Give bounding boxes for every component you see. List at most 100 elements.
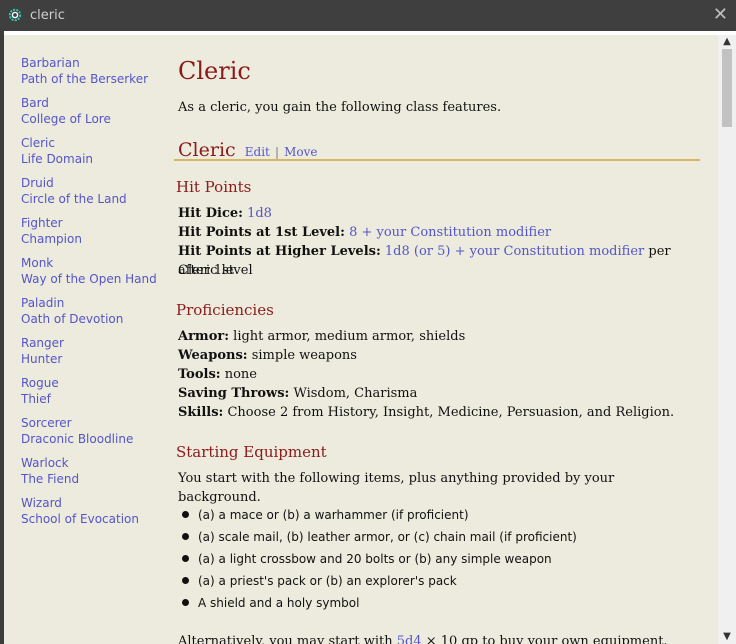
hit-dice-label: Hit Dice: <box>178 206 243 221</box>
move-link[interactable]: Move <box>284 145 317 159</box>
hit-dice-link[interactable]: 1d8 <box>247 206 272 221</box>
hit-points-heading: Hit Points <box>176 178 252 196</box>
bullet-icon <box>182 533 189 540</box>
sidebar-subclass-link[interactable]: Draconic Bloodline <box>21 431 166 447</box>
sidebar-class-link[interactable]: Ranger <box>21 335 166 351</box>
sidebar-subclass-link[interactable]: Champion <box>21 231 166 247</box>
sidebar-group-ranger: Ranger Hunter <box>21 335 166 367</box>
list-item: (a) a light crossbow and 20 bolts or (b)… <box>182 552 552 566</box>
list-item: (a) scale mail, (b) leather armor, or (c… <box>182 530 577 544</box>
armor-value: light armor, medium armor, shields <box>233 329 466 344</box>
equipment-item: (a) scale mail, (b) leather armor, or (c… <box>198 530 577 544</box>
sidebar-class-link[interactable]: Rogue <box>21 375 166 391</box>
gear-icon <box>8 8 22 22</box>
window-title: cleric <box>30 8 65 23</box>
weapons-line: Weapons: simple weapons <box>178 346 688 365</box>
sidebar-class-link[interactable]: Sorcerer <box>21 415 166 431</box>
tools-label: Tools: <box>178 367 221 382</box>
sidebar-group-druid: Druid Circle of the Land <box>21 175 166 207</box>
hit-dice-line: Hit Dice: 1d8 <box>178 204 688 223</box>
sidebar-class-link[interactable]: Bard <box>21 95 166 111</box>
tools-line: Tools: none <box>178 365 688 384</box>
alternative-line: Alternatively, you may start with 5d4 × … <box>178 632 688 644</box>
sidebar-subclass-link[interactable]: Oath of Devotion <box>21 311 166 327</box>
proficiencies-heading: Proficiencies <box>176 301 274 319</box>
sidebar-group-warlock: Warlock The Fiend <box>21 455 166 487</box>
equipment-item: A shield and a holy symbol <box>198 596 360 610</box>
vertical-scrollbar[interactable]: ▲ ▼ <box>718 35 736 644</box>
skills-line: Skills: Choose 2 from History, Insight, … <box>178 403 688 422</box>
scrollbar-thumb[interactable] <box>722 49 732 127</box>
sidebar-subclass-link[interactable]: Way of the Open Hand <box>21 271 166 287</box>
sidebar-subclass-link[interactable]: The Fiend <box>21 471 166 487</box>
list-item: (a) a priest's pack or (b) an explorer's… <box>182 574 457 588</box>
sidebar-class-link[interactable]: Warlock <box>21 455 166 471</box>
hp-higher-levels-label: Hit Points at Higher Levels: <box>178 244 381 259</box>
hp-first-level-link[interactable]: 8 + your Constitution modifier <box>349 225 551 240</box>
sidebar-class-link[interactable]: Monk <box>21 255 166 271</box>
sidebar-class-link[interactable]: Paladin <box>21 295 166 311</box>
bullet-icon <box>182 511 189 518</box>
edit-link[interactable]: Edit <box>245 145 270 159</box>
intro-text: As a cleric, you gain the following clas… <box>178 100 502 115</box>
sidebar-class-link[interactable]: Druid <box>21 175 166 191</box>
link-separator: | <box>274 145 280 159</box>
alternative-suffix: × 10 gp to buy your own equipment. <box>425 634 668 644</box>
sidebar-subclass-link[interactable]: Life Domain <box>21 151 166 167</box>
equipment-heading: Starting Equipment <box>176 443 327 461</box>
bullet-icon <box>182 555 189 562</box>
sidebar-subclass-link[interactable]: Thief <box>21 391 166 407</box>
equipment-item: (a) a mace or (b) a warhammer (if profic… <box>198 508 469 522</box>
tools-value: none <box>224 367 257 382</box>
list-item: A shield and a holy symbol <box>182 596 359 610</box>
sidebar-group-rogue: Rogue Thief <box>21 375 166 407</box>
bullet-icon <box>182 599 189 606</box>
skills-value: Choose 2 from History, Insight, Medicine… <box>227 405 675 420</box>
close-icon[interactable]: ✕ <box>713 5 728 25</box>
alternative-prefix: Alternatively, you may start with <box>178 634 393 644</box>
hp-higher-levels-link[interactable]: 1d8 (or 5) + your Constitution modifier <box>385 244 644 259</box>
armor-line: Armor: light armor, medium armor, shield… <box>178 327 688 346</box>
list-item: (a) a mace or (b) a warhammer (if profic… <box>182 508 469 522</box>
scroll-up-icon[interactable]: ▲ <box>718 35 736 49</box>
class-sidebar: Barbarian Path of the Berserker Bard Col… <box>21 55 166 535</box>
sidebar-group-barbarian: Barbarian Path of the Berserker <box>21 55 166 87</box>
hp-first-level-label: Hit Points at 1st Level: <box>178 225 345 240</box>
sidebar-subclass-link[interactable]: Path of the Berserker <box>21 71 166 87</box>
weapons-label: Weapons: <box>178 348 248 363</box>
sidebar-class-link[interactable]: Fighter <box>21 215 166 231</box>
scroll-down-icon[interactable]: ▼ <box>718 630 736 644</box>
sidebar-class-link[interactable]: Wizard <box>21 495 166 511</box>
page-title: Cleric <box>178 57 251 85</box>
sidebar-subclass-link[interactable]: Hunter <box>21 351 166 367</box>
equipment-item: (a) a light crossbow and 20 bolts or (b)… <box>198 552 552 566</box>
weapons-value: simple weapons <box>251 348 357 363</box>
saving-throws-line: Saving Throws: Wisdom, Charisma <box>178 384 688 403</box>
hp-higher-levels-line2: after 1st <box>178 263 234 278</box>
hp-first-level-line: Hit Points at 1st Level: 8 + your Consti… <box>178 223 688 242</box>
saving-throws-label: Saving Throws: <box>178 386 290 401</box>
sidebar-group-paladin: Paladin Oath of Devotion <box>21 295 166 327</box>
sidebar-group-bard: Bard College of Lore <box>21 95 166 127</box>
sidebar-group-cleric: Cleric Life Domain <box>21 135 166 167</box>
skills-label: Skills: <box>178 405 224 420</box>
section-title: Cleric <box>178 139 236 161</box>
sidebar-subclass-link[interactable]: College of Lore <box>21 111 166 127</box>
title-bar: cleric ✕ <box>0 0 736 31</box>
section-header: Cleric Edit | Move <box>178 139 698 161</box>
section-divider <box>174 159 700 161</box>
sidebar-class-link[interactable]: Cleric <box>21 135 166 151</box>
sidebar-subclass-link[interactable]: Circle of the Land <box>21 191 166 207</box>
bullet-icon <box>182 577 189 584</box>
gold-dice-link[interactable]: 5d4 <box>397 634 422 644</box>
equipment-item: (a) a priest's pack or (b) an explorer's… <box>198 574 457 588</box>
equipment-intro: You start with the following items, plus… <box>178 471 615 505</box>
sidebar-subclass-link[interactable]: School of Evocation <box>21 511 166 527</box>
sidebar-group-fighter: Fighter Champion <box>21 215 166 247</box>
armor-label: Armor: <box>178 329 230 344</box>
sidebar-group-monk: Monk Way of the Open Hand <box>21 255 166 287</box>
saving-throws-value: Wisdom, Charisma <box>293 386 418 401</box>
content-area: Barbarian Path of the Berserker Bard Col… <box>4 35 718 644</box>
sidebar-class-link[interactable]: Barbarian <box>21 55 166 71</box>
sidebar-group-sorcerer: Sorcerer Draconic Bloodline <box>21 415 166 447</box>
